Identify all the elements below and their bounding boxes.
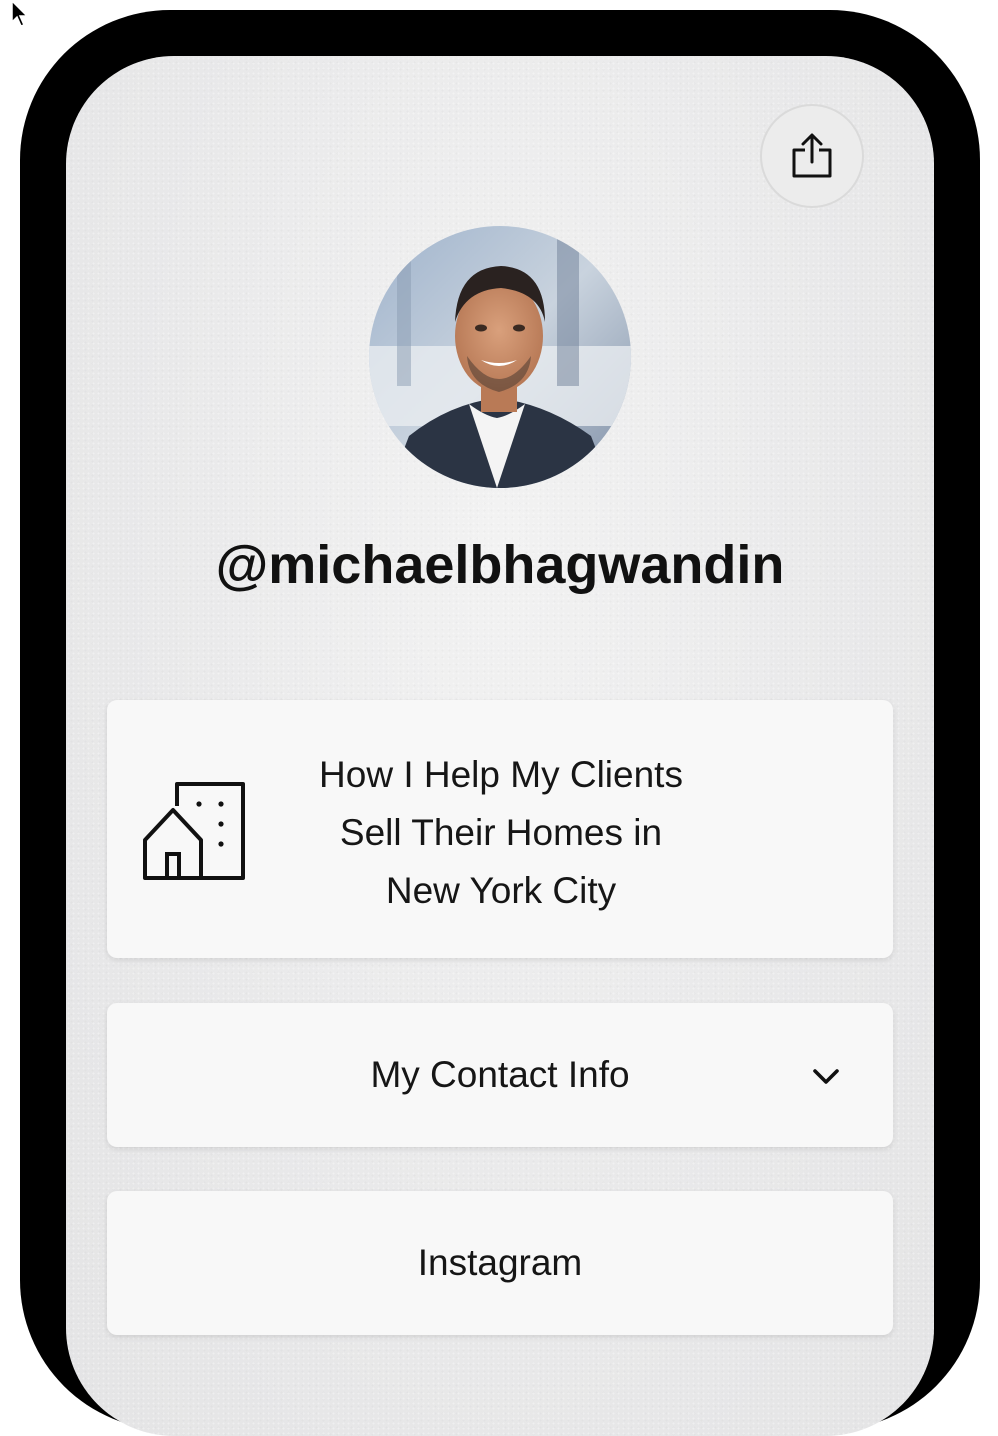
link-card-label-line: How I Help My Clients [319, 754, 683, 795]
link-card-label: How I Help My Clients Sell Their Homes i… [247, 746, 755, 920]
link-card-sell-homes[interactable]: How I Help My Clients Sell Their Homes i… [107, 700, 893, 958]
avatar [369, 226, 631, 488]
profile-username: @michaelbhagwandin [215, 535, 785, 595]
mouse-cursor-icon [11, 0, 29, 27]
share-icon [792, 133, 832, 178]
phone-screen: @michaelbhagwandin How I Help My Clients… [66, 56, 934, 1436]
link-card-label-line: New York City [385, 870, 617, 911]
chevron-down-icon[interactable] [809, 1059, 843, 1093]
link-card-label: My Contact Info [370, 1054, 630, 1095]
building-icon [143, 782, 245, 880]
link-card-instagram[interactable]: Instagram [107, 1191, 893, 1335]
share-button[interactable] [760, 104, 864, 208]
link-card-label-line: Sell Their Homes in [339, 812, 663, 853]
link-card-label: Instagram [417, 1242, 583, 1283]
profile-photo [369, 226, 631, 488]
link-card-contact-info[interactable]: My Contact Info [107, 1003, 893, 1147]
